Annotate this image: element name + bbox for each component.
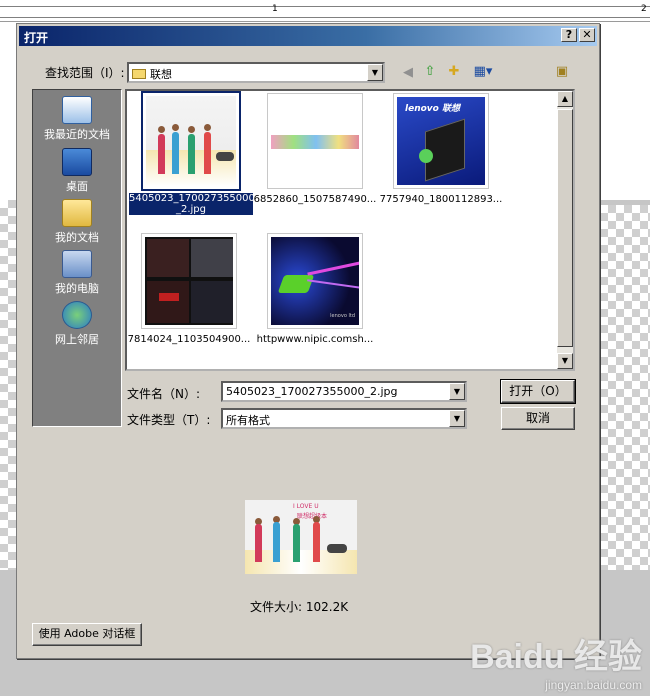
watermark-main: Baidu 经验 — [470, 638, 642, 676]
my-documents-icon — [62, 199, 92, 227]
ruler-mark-1: 1 — [272, 4, 278, 14]
network-icon — [62, 301, 92, 329]
close-button[interactable]: ✕ — [579, 28, 595, 42]
file-caption-1[interactable]: 5405023_170027355000 _2.jpg — [129, 193, 253, 215]
desktop-shortcut-icon[interactable]: ▣ — [553, 63, 571, 81]
transparent-canvas-left — [0, 200, 16, 570]
view-menu-icon[interactable]: ▦▾ — [471, 63, 495, 81]
file-thumb-1-image — [146, 96, 236, 186]
look-in-combo[interactable]: 联想 ▼ — [127, 62, 385, 83]
up-folder-icon[interactable]: ⇧ — [421, 63, 439, 81]
file-caption-3[interactable]: 7757940_1800112893... — [379, 194, 503, 205]
filetype-combo[interactable]: 所有格式 ▼ — [221, 408, 467, 429]
cancel-button[interactable]: 取消 — [501, 407, 575, 430]
transparent-canvas-right — [600, 205, 650, 570]
file-thumb-1[interactable] — [141, 91, 241, 191]
file-list-scrollbar[interactable]: ▲ ▼ — [557, 91, 573, 369]
look-in-value: 联想 — [132, 66, 172, 82]
open-button[interactable]: 打开（O） — [500, 379, 576, 404]
scroll-down-icon[interactable]: ▼ — [557, 353, 573, 369]
file-caption-4[interactable]: 7814024_1103504900... — [127, 334, 251, 345]
place-desktop[interactable]: 桌面 — [33, 146, 121, 196]
chevron-down-icon[interactable]: ▼ — [449, 383, 465, 400]
filename-combo[interactable]: 5405023_170027355000_2.jpg ▼ — [221, 381, 467, 402]
file-list[interactable]: 5405023_170027355000 _2.jpg 6852860_1507… — [125, 89, 575, 371]
dialog-title: 打开 — [24, 31, 49, 45]
filetype-value: 所有格式 — [226, 414, 270, 427]
preview-caption-2: 联想超级本 — [297, 513, 328, 520]
chevron-down-icon[interactable]: ▼ — [449, 410, 465, 427]
file-thumb-5-image: lenovo ltd — [271, 237, 359, 325]
recent-docs-icon — [62, 96, 92, 124]
file-thumb-5[interactable]: lenovo ltd — [267, 233, 363, 329]
place-my-computer[interactable]: 我的电脑 — [33, 248, 121, 298]
file-thumb-3[interactable]: lenovo 联想 — [393, 93, 489, 189]
file-caption-5[interactable]: httpwww.nipic.comsh... — [253, 334, 377, 345]
dialog-titlebar[interactable]: 打开 ? ✕ — [19, 26, 597, 46]
desktop-icon — [62, 148, 92, 176]
folder-icon — [132, 69, 146, 79]
place-my-documents[interactable]: 我的文档 — [33, 197, 121, 247]
ruler: 1 2 — [0, 0, 650, 22]
file-thumb-4[interactable] — [141, 233, 237, 329]
place-desktop-label: 桌面 — [66, 180, 88, 193]
file-thumb-3-image: lenovo 联想 — [397, 97, 485, 185]
preview-caption-1: I LOVE U — [293, 503, 319, 510]
help-button[interactable]: ? — [561, 28, 577, 42]
place-my-documents-label: 我的文档 — [55, 231, 99, 244]
file-thumb-2[interactable] — [267, 93, 363, 189]
ruler-mark-2: 2 — [641, 4, 647, 14]
scroll-thumb[interactable] — [557, 109, 573, 347]
filename-value[interactable]: 5405023_170027355000_2.jpg — [226, 385, 398, 398]
place-my-computer-label: 我的电脑 — [55, 282, 99, 295]
scroll-up-icon[interactable]: ▲ — [557, 91, 573, 107]
file-caption-2[interactable]: 6852860_1507587490... — [253, 194, 377, 205]
file-thumb-2-image — [271, 97, 359, 185]
places-bar: 我最近的文档 桌面 我的文档 我的电脑 网上邻居 — [32, 89, 122, 427]
back-icon[interactable]: ◀ — [399, 64, 417, 82]
place-recent[interactable]: 我最近的文档 — [33, 94, 121, 144]
my-computer-icon — [62, 250, 92, 278]
file-thumb-4-image — [145, 237, 233, 325]
place-recent-label: 我最近的文档 — [44, 128, 110, 141]
watermark-sub: jingyan.baidu.com — [545, 678, 642, 692]
place-network-label: 网上邻居 — [55, 333, 99, 346]
file-size-text: 文件大小: 102.2K — [250, 600, 349, 614]
image-preview: I LOVE U 联想超级本 — [245, 500, 357, 574]
chevron-down-icon[interactable]: ▼ — [367, 64, 383, 81]
ruler-bar — [0, 6, 650, 18]
place-network[interactable]: 网上邻居 — [33, 299, 121, 349]
look-in-label: 查找范围（I）: — [45, 66, 125, 80]
use-adobe-dialog-button[interactable]: 使用 Adobe 对话框 — [32, 623, 142, 646]
filetype-label: 文件类型（T）: — [127, 413, 211, 427]
open-file-dialog: 打开 ? ✕ 查找范围（I）: 联想 ▼ ◀ ⇧ ✚ ▦▾ ▣ 我最近的文档 桌… — [16, 23, 600, 659]
baidu-watermark: Baidu 经验 jingyan.baidu.com — [470, 629, 642, 692]
new-folder-icon[interactable]: ✚ — [445, 63, 463, 81]
filename-label: 文件名（N）: — [127, 387, 201, 401]
